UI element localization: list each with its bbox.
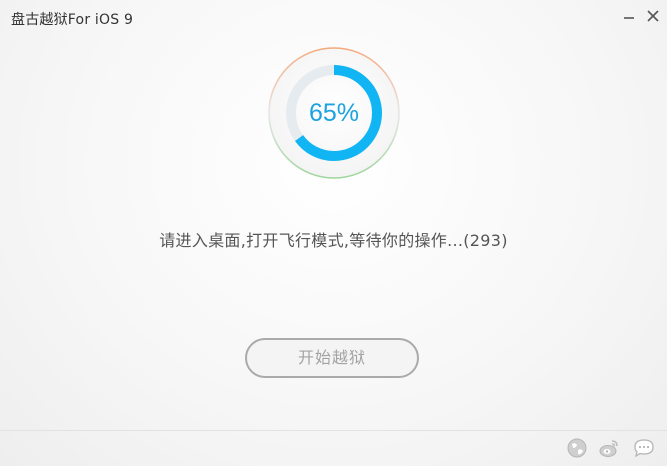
minimize-icon [624,17,634,19]
start-jailbreak-button[interactable]: 开始越狱 [245,338,419,378]
title-bar: 盘古越狱For iOS 9 [0,0,667,36]
globe-icon [567,438,587,458]
footer-divider [0,430,667,431]
progress-percent: 65% [308,99,360,127]
globe-button[interactable] [565,436,589,460]
chat-icon [634,439,654,458]
close-icon [647,10,659,22]
app-window: 盘古越狱For iOS 9 65% 请进入桌面,打开飞行模式,等待你的操作...… [0,0,667,466]
status-message: 请进入桌面,打开飞行模式,等待你的操作...(293) [159,231,508,250]
close-button[interactable] [643,6,663,26]
weibo-icon [599,440,618,457]
progress-indicator: 65% [267,46,401,180]
chat-button[interactable] [632,436,656,460]
weibo-button[interactable] [597,436,621,460]
minimize-button[interactable] [619,6,639,26]
window-title: 盘古越狱For iOS 9 [11,12,134,28]
